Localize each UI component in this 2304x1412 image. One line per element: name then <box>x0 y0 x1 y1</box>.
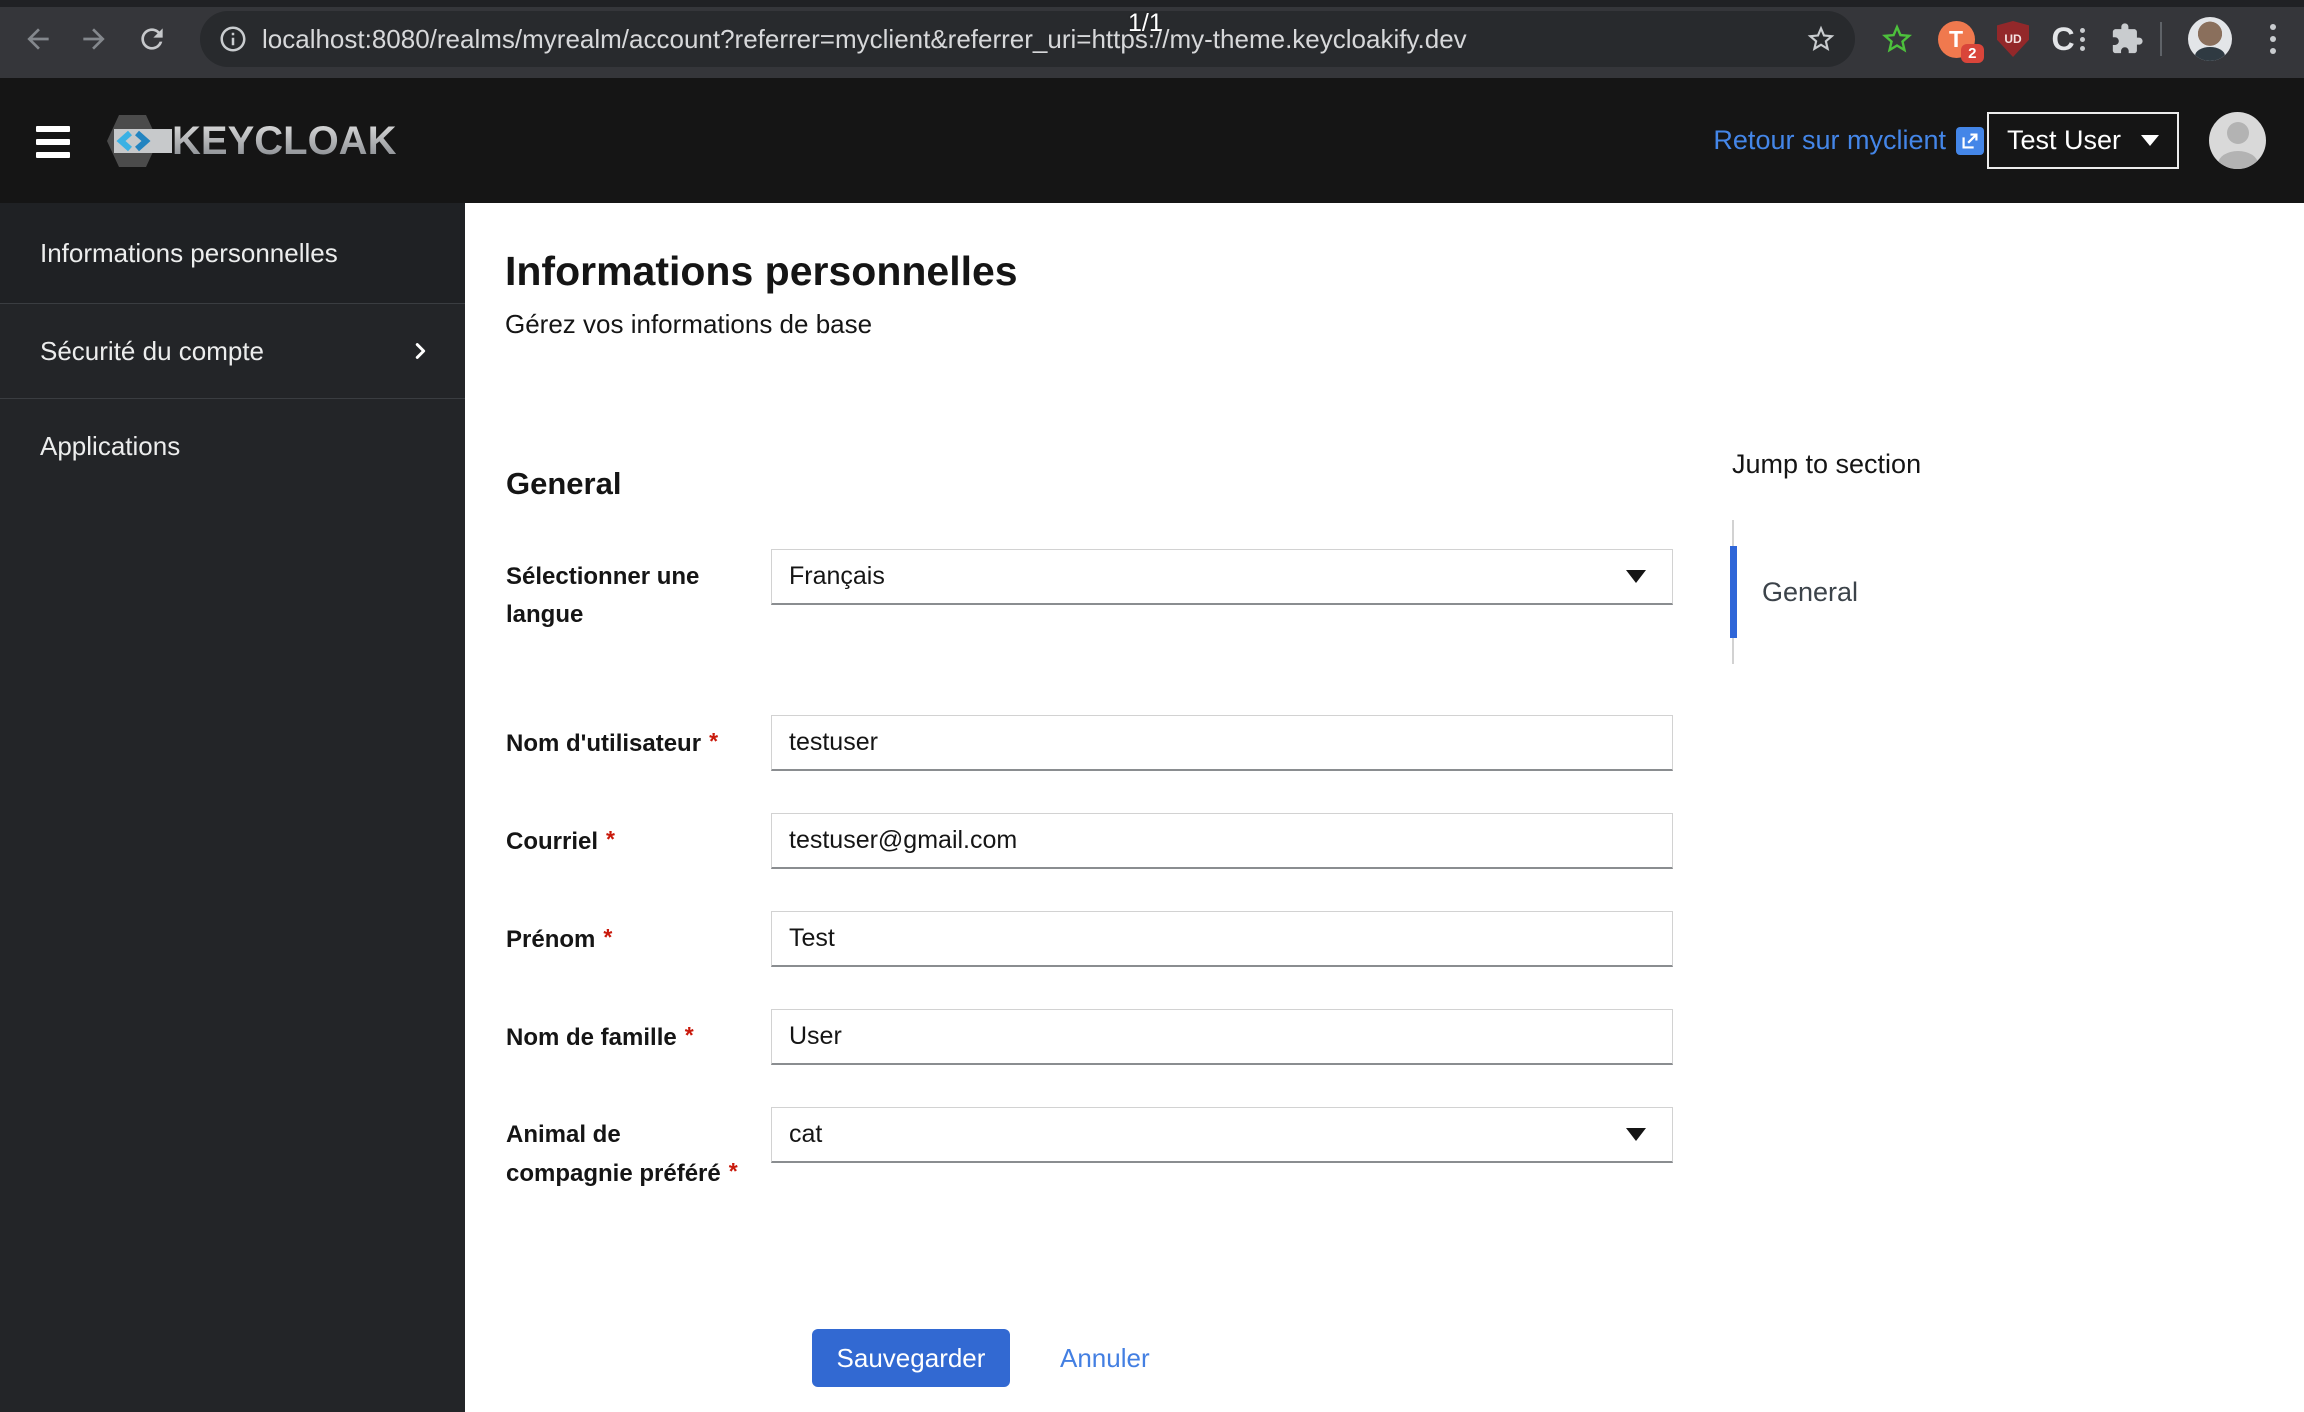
form-actions: Sauvegarder Annuler <box>812 1329 1676 1387</box>
browser-reload-button[interactable] <box>136 23 168 55</box>
account-avatar[interactable] <box>2209 112 2266 169</box>
jump-heading: Jump to section <box>1732 449 1922 479</box>
jump-to-section-nav: Jump to section General <box>1729 448 1922 664</box>
extension-tampermonkey-icon[interactable]: T 2 <box>1936 0 1984 78</box>
field-label-text: Animal de compagnie préféré <box>506 1121 721 1187</box>
language-select[interactable]: Français <box>771 549 1673 605</box>
email-input[interactable] <box>771 813 1673 869</box>
browser-toolbar: localhost:8080/realms/myrealm/account?re… <box>0 0 2304 78</box>
c-letter: C <box>2051 21 2075 57</box>
selected-language: Français <box>789 562 885 590</box>
jump-list: General <box>1729 520 1921 664</box>
form-row-firstname: Prénom * <box>506 911 1676 967</box>
save-button[interactable]: Sauvegarder <box>812 1329 1010 1387</box>
main-content: Informations personnelles Gérez vos info… <box>465 203 2304 1412</box>
user-menu-dropdown[interactable]: Test User <box>1987 112 2179 169</box>
tampermonkey-circle: T 2 <box>1937 20 1984 63</box>
avatar-body <box>2217 151 2258 169</box>
sidebar-nav: Informations personnelles Sécurité du co… <box>0 203 465 1412</box>
personal-info-form: Sélectionner une langue Français Nom d'u… <box>506 549 1676 1387</box>
chevron-down-icon <box>2141 135 2159 146</box>
section-heading: General <box>506 466 622 501</box>
c-dots <box>2079 27 2085 51</box>
cancel-link[interactable]: Annuler <box>1060 1343 1150 1374</box>
chevron-right-icon <box>409 340 431 362</box>
favorite-pet-select[interactable]: cat <box>771 1107 1673 1163</box>
back-link-label: Retour sur myclient <box>1713 125 1946 155</box>
shield-icon: UD <box>1997 21 2029 57</box>
firstname-input[interactable] <box>771 911 1673 967</box>
browser-menu-button[interactable] <box>2258 0 2288 78</box>
extension-c-icon[interactable]: C <box>2046 0 2090 78</box>
extension-badge: 2 <box>1961 43 1984 63</box>
browser-back-button[interactable] <box>22 23 54 55</box>
field-label-text: Nom de famille <box>506 1024 677 1051</box>
username-input[interactable] <box>771 715 1673 771</box>
favorite-pet-label: Animal de compagnie préféré * <box>506 1107 771 1193</box>
field-label-text: Nom d'utilisateur <box>506 730 702 757</box>
avatar-head <box>2226 122 2249 144</box>
field-label-text: Courriel <box>506 828 599 855</box>
extensions-puzzle-icon[interactable] <box>2108 0 2146 78</box>
site-info-icon[interactable] <box>218 24 248 54</box>
lastname-input[interactable] <box>771 1009 1673 1065</box>
email-label: Courriel * <box>506 813 771 869</box>
lastname-label: Nom de famille * <box>506 1009 771 1065</box>
profile-photo <box>2188 17 2232 61</box>
sidebar-item-label: Sécurité du compte <box>40 335 265 366</box>
username-label: Nom d'utilisateur * <box>506 715 771 771</box>
sidebar-item-personal-info[interactable]: Informations personnelles <box>0 203 465 303</box>
language-label: Sélectionner une langue <box>506 549 771 634</box>
page-indicator: 1/1 <box>1128 9 1163 37</box>
external-link-icon <box>1956 126 1984 155</box>
extension-ublock-icon[interactable]: UD <box>1996 0 2030 78</box>
keycloak-logo: KEYCLOAK <box>106 114 396 168</box>
sidebar-item-label: Applications <box>40 430 181 461</box>
form-row-email: Courriel * <box>506 813 1676 869</box>
firstname-label: Prénom * <box>506 911 771 967</box>
back-to-client-link[interactable]: Retour sur myclient <box>1713 125 1984 156</box>
form-row-language: Sélectionner une langue Français <box>506 549 1676 634</box>
app-masthead: KEYCLOAK Retour sur myclient Test User <box>0 78 2304 203</box>
shield-label: UD <box>2004 32 2022 46</box>
user-name: Test User <box>2007 125 2122 155</box>
jump-item-general[interactable]: General <box>1729 546 1921 638</box>
required-asterisk: * <box>606 826 615 852</box>
bookmark-star-icon[interactable] <box>1805 23 1837 55</box>
c-icon: C <box>2051 21 2085 57</box>
toolbar-separator <box>2160 22 2162 56</box>
hamburger-menu-button[interactable] <box>36 126 70 158</box>
extension-green-star-icon[interactable] <box>1878 0 1916 78</box>
required-asterisk: * <box>684 1022 694 1048</box>
field-label-text: Prénom <box>506 926 596 953</box>
screen: localhost:8080/realms/myrealm/account?re… <box>0 0 2304 1412</box>
required-asterisk: * <box>728 1158 738 1184</box>
browser-forward-button[interactable] <box>78 23 110 55</box>
page-subtitle: Gérez vos informations de base <box>505 309 873 339</box>
brand-name: KEYCLOAK <box>172 118 397 163</box>
chevron-down-icon <box>1626 1128 1646 1141</box>
required-asterisk: * <box>709 728 719 754</box>
jump-item-label: General <box>1762 576 1859 607</box>
kebab-menu-icon <box>2270 24 2276 54</box>
masthead-right: Retour sur myclient Test User <box>1713 78 2266 203</box>
form-row-favorite-pet: Animal de compagnie préféré * cat <box>506 1107 1676 1193</box>
sidebar-item-label: Informations personnelles <box>40 237 338 268</box>
sidebar-item-account-security[interactable]: Sécurité du compte <box>0 303 465 398</box>
address-bar[interactable]: localhost:8080/realms/myrealm/account?re… <box>200 11 1855 67</box>
form-row-username: Nom d'utilisateur * <box>506 715 1676 771</box>
browser-profile-avatar[interactable] <box>2186 0 2234 78</box>
url-text[interactable]: localhost:8080/realms/myrealm/account?re… <box>262 24 1805 55</box>
selected-pet: cat <box>789 1120 823 1148</box>
field-label-text: Sélectionner une langue <box>506 563 700 628</box>
keycloak-hexagon-icon <box>107 115 172 167</box>
sidebar-item-applications[interactable]: Applications <box>0 398 465 493</box>
page-title: Informations personnelles <box>505 248 1018 294</box>
form-row-lastname: Nom de famille * <box>506 1009 1676 1065</box>
chevron-down-icon <box>1626 570 1646 583</box>
required-asterisk: * <box>603 924 613 950</box>
